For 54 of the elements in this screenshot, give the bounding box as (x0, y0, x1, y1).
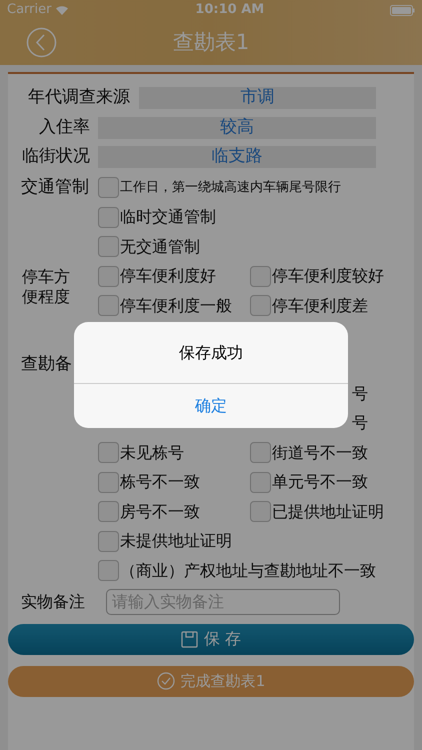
section-label: 查勘备 (21, 352, 73, 376)
carrier-label: Carrier (7, 1, 52, 20)
field-value[interactable]: 临支路 (98, 146, 376, 168)
checkbox[interactable] (98, 266, 119, 287)
option-label: 工作日，第一绕城高速内车辆尾号限行 (120, 179, 341, 197)
field-value[interactable]: 市调 (139, 87, 376, 109)
page-title: 查勘表1 (172, 28, 250, 56)
status-time: 10:10 AM (195, 1, 264, 20)
checkbox[interactable] (98, 206, 119, 228)
field-label: 入住率 (38, 116, 90, 139)
option-label: 已提供地址证明 (272, 500, 384, 523)
section-label: 停车方 便程度 (22, 266, 71, 308)
option-label: 无交通管制 (120, 236, 200, 258)
section-label: 交通管制 (21, 176, 90, 199)
option-label: 停车便利度较好 (272, 265, 384, 288)
option-label: 号 (352, 412, 368, 434)
option-label: 未提供地址证明 (120, 530, 232, 552)
checkbox[interactable] (98, 442, 119, 464)
option-label: 房号不一致 (120, 500, 200, 523)
checkbox[interactable] (250, 295, 271, 316)
battery-icon (390, 4, 415, 16)
checkbox[interactable] (250, 472, 271, 493)
option-label: 停车便利度差 (272, 294, 368, 317)
checkbox[interactable] (98, 530, 119, 552)
checkbox[interactable] (98, 177, 119, 198)
field-label: 临街状况 (21, 145, 90, 168)
field-label: 年代调查来源 (27, 86, 130, 110)
wifi-icon (55, 5, 70, 15)
option-label: 未见栋号 (120, 442, 184, 464)
checkbox[interactable] (98, 295, 119, 316)
option-label: 停车便利度一般 (120, 294, 232, 317)
option-label: 临时交通管制 (120, 206, 216, 228)
option-label: 栋号不一致 (120, 471, 200, 494)
checkbox[interactable] (250, 442, 271, 464)
field-value[interactable]: 较高 (98, 116, 376, 138)
option-label: 停车便利度好 (120, 265, 216, 288)
save-button[interactable]: 保 存 (8, 624, 414, 654)
confirm-button[interactable]: 确定 (74, 383, 348, 428)
section-label: 实物备注 (21, 590, 86, 612)
option-label: 号 (352, 382, 368, 405)
checkbox[interactable] (250, 501, 271, 522)
option-label: 街道号不一致 (272, 442, 368, 464)
back-icon[interactable] (26, 27, 57, 58)
finish-button[interactable]: 完成查勘表1 (8, 666, 414, 696)
alert-title: 保存成功 (179, 342, 243, 364)
checkbox[interactable] (98, 560, 119, 582)
check-circle-icon (156, 672, 175, 690)
checkbox[interactable] (98, 236, 119, 258)
option-label: （商业）产权地址与查勘地址不一致 (120, 560, 376, 582)
floppy-icon (180, 630, 198, 648)
checkbox[interactable] (98, 472, 119, 493)
option-label: 单元号不一致 (272, 471, 368, 494)
checkbox[interactable] (250, 266, 271, 287)
checkbox[interactable] (98, 501, 119, 522)
